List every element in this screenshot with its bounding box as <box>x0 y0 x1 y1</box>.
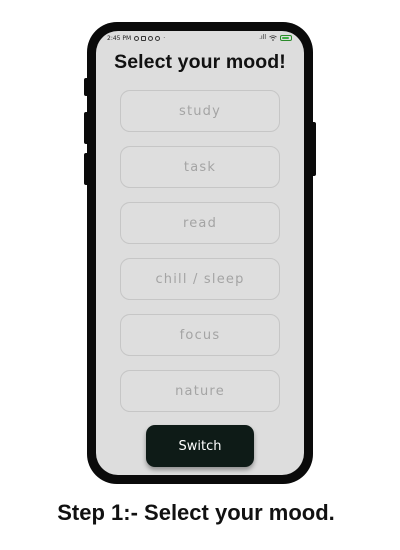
mood-button-chill-sleep[interactable]: chill / sleep <box>120 258 280 300</box>
step-caption: Step 1:- Select your mood. <box>57 500 335 525</box>
phone-screen: 2:45 PM · .ıll Select your mood! study t… <box>96 31 304 475</box>
wifi-icon <box>269 34 277 41</box>
at-icon <box>155 36 161 41</box>
status-left: 2:45 PM · <box>107 35 165 42</box>
notification-icons <box>134 36 161 41</box>
signal-icon: .ıll <box>259 34 266 41</box>
mood-button-read[interactable]: read <box>120 202 280 244</box>
status-time: 2:45 PM <box>107 35 132 42</box>
canvas: 2:45 PM · .ıll Select your mood! study t… <box>0 0 400 550</box>
at-icon <box>148 36 154 41</box>
status-dot: · <box>163 35 166 42</box>
switch-button[interactable]: Switch <box>146 425 254 467</box>
mood-button-task[interactable]: task <box>120 146 280 188</box>
status-bar: 2:45 PM · .ıll <box>96 31 304 45</box>
mood-button-focus[interactable]: focus <box>120 314 280 356</box>
mood-button-study[interactable]: study <box>120 90 280 132</box>
battery-icon <box>280 34 292 41</box>
mood-button-nature[interactable]: nature <box>120 370 280 412</box>
mail-icon <box>141 36 147 41</box>
settings-icon <box>134 36 140 41</box>
status-right: .ıll <box>259 34 292 41</box>
page-title: Select your mood! <box>114 51 286 73</box>
